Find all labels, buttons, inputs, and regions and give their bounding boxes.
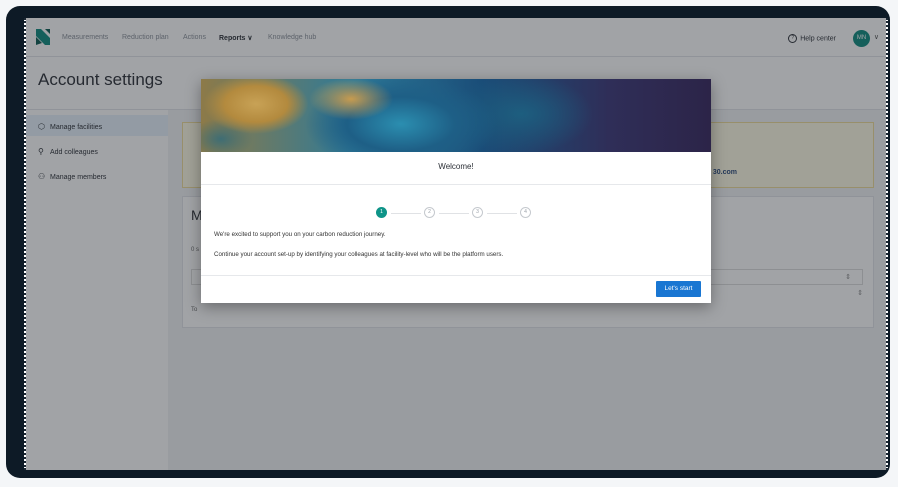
app-screen: Measurements Reduction plan Actions Repo… xyxy=(24,18,888,470)
divider xyxy=(201,275,711,276)
hero-satellite-image xyxy=(201,79,711,152)
step-1: 1 xyxy=(376,207,387,218)
device-frame: Measurements Reduction plan Actions Repo… xyxy=(6,6,890,478)
setup-message: Continue your account set-up by identify… xyxy=(214,251,504,258)
modal-title: Welcome! xyxy=(438,162,474,171)
step-4: 4 xyxy=(520,207,531,218)
step-2: 2 xyxy=(424,207,435,218)
step-connector xyxy=(439,213,469,214)
welcome-modal: Welcome! 1 2 3 4 We're excited to suppor… xyxy=(201,79,711,303)
lets-start-button[interactable]: Let's start xyxy=(656,281,701,297)
divider xyxy=(201,184,711,185)
step-3: 3 xyxy=(472,207,483,218)
step-connector xyxy=(391,213,421,214)
step-connector xyxy=(487,213,517,214)
welcome-message: We're excited to support you on your car… xyxy=(214,231,386,238)
